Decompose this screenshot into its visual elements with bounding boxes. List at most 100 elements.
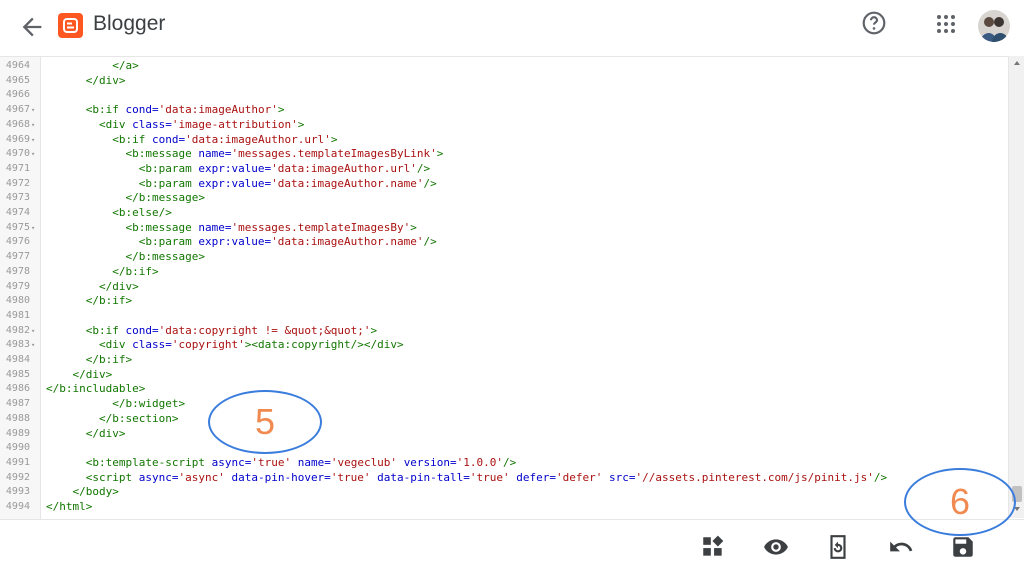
widgets-icon[interactable] xyxy=(700,534,726,560)
code-token: > xyxy=(410,220,417,234)
scroll-up-icon[interactable] xyxy=(1012,58,1022,68)
apps-grid-icon[interactable] xyxy=(934,12,958,36)
fold-toggle-icon[interactable]: ▾ xyxy=(31,324,35,339)
code-token: 'data:copyright != &quot;&quot;' xyxy=(158,323,371,337)
line-number: 4970 xyxy=(5,148,30,160)
code-token: 'true' xyxy=(469,470,517,484)
code-token: </html> xyxy=(46,500,93,513)
code-token: > xyxy=(436,147,444,161)
line-number: 4966 xyxy=(5,89,30,101)
code-token: 'image-attribution' xyxy=(171,117,298,131)
code-token: 'data:imageAuthor.name' xyxy=(271,235,424,249)
code-token: > xyxy=(370,323,378,337)
eye-icon[interactable] xyxy=(763,534,789,560)
code-token: expr:value= xyxy=(198,176,272,190)
user-avatar[interactable] xyxy=(978,10,1010,42)
line-number: 4971 xyxy=(5,162,30,174)
undo-icon[interactable] xyxy=(888,534,914,560)
code-token: /> xyxy=(416,161,431,175)
code-token: </div> xyxy=(98,279,139,293)
fold-toggle-icon[interactable]: ▾ xyxy=(31,103,35,118)
code-token: <b:template-script xyxy=(85,455,212,469)
code-token: data-pin-tall= xyxy=(377,470,470,484)
back-arrow-icon[interactable] xyxy=(18,13,46,41)
line-number: 4964 xyxy=(5,60,30,71)
fold-toggle-icon[interactable]: ▾ xyxy=(31,147,35,162)
code-text: </div> xyxy=(46,368,113,383)
line-number: 4992 xyxy=(5,471,30,483)
line-number: 4980 xyxy=(5,295,30,307)
save-icon[interactable] xyxy=(950,534,976,560)
code-token: src= xyxy=(608,470,636,484)
line-number: 4986 xyxy=(5,383,30,395)
code-token: > xyxy=(297,117,305,131)
code-token: </b:message> xyxy=(125,250,205,264)
code-token: /> xyxy=(873,470,888,484)
code-text: <div class='copyright'><data:copyright/>… xyxy=(46,338,404,353)
vertical-scrollbar[interactable] xyxy=(1008,56,1024,518)
code-text: </b:if> xyxy=(46,353,132,368)
code-token: cond= xyxy=(151,132,186,146)
line-number: 4976 xyxy=(5,236,30,248)
fold-toggle-icon[interactable]: ▾ xyxy=(31,221,35,236)
code-text: <b:else/> xyxy=(46,206,172,221)
line-number: 4972 xyxy=(5,177,30,189)
fold-toggle-icon[interactable]: ▾ xyxy=(31,133,35,148)
code-token: 'true' xyxy=(330,470,378,484)
code-text: <b:param expr:value='data:imageAuthor.na… xyxy=(46,235,437,250)
code-token: <b:message xyxy=(125,220,199,234)
line-number: 4975 xyxy=(5,221,30,233)
annotation-number-6: 6 xyxy=(949,481,971,522)
code-token: /> xyxy=(423,235,437,249)
code-token: <b:if xyxy=(112,132,152,146)
code-editor[interactable]: 4964 </a> 4965 </div> 4966 4967 ▾ <b:if cond… xyxy=(0,56,1008,519)
bottom-toolbar xyxy=(0,519,1024,575)
code-token: </b:widget> xyxy=(112,397,186,411)
code-token: 'messages.templateImagesByLink' xyxy=(231,147,437,161)
line-number: 4983 xyxy=(5,339,30,351)
fold-toggle-icon[interactable]: ▾ xyxy=(31,338,35,353)
code-token: <b:else/> xyxy=(112,206,172,219)
code-token: defer= xyxy=(516,470,556,484)
annotation-circle-5: 5 xyxy=(208,390,322,454)
line-number: 4967 xyxy=(5,104,30,116)
restore-icon[interactable] xyxy=(825,534,851,560)
code-token: expr:value= xyxy=(198,235,272,249)
blogger-logo-icon[interactable] xyxy=(58,13,83,38)
code-token: </b:if> xyxy=(85,353,133,366)
code-text: <b:if cond='data:imageAuthor.url'> xyxy=(46,133,337,148)
code-token: '//assets.pinterest.com/js/pinit.js' xyxy=(635,470,874,484)
code-token: 'vegeclub' xyxy=(330,455,404,469)
line-number: 4994 xyxy=(5,501,30,512)
code-text: </body> xyxy=(46,485,119,500)
code-text: </b:section> xyxy=(46,412,178,427)
code-token: expr:value= xyxy=(198,161,272,175)
fold-toggle-icon[interactable]: ▾ xyxy=(31,118,35,133)
code-token: cond= xyxy=(125,103,159,117)
code-token: <b:param xyxy=(138,235,199,249)
code-token: </a> xyxy=(112,59,139,72)
line-number: 4973 xyxy=(5,192,30,204)
code-token: data-pin-hover= xyxy=(231,470,331,484)
code-text: <b:param expr:value='data:imageAuthor.ur… xyxy=(46,162,430,177)
help-icon[interactable] xyxy=(861,10,887,36)
code-token: </body> xyxy=(72,485,119,499)
app-title: Blogger xyxy=(93,12,166,35)
code-text: <b:if cond='data:copyright != &quot;&quo… xyxy=(46,324,377,339)
code-text: </b:if> xyxy=(46,294,132,309)
code-token: </b:message> xyxy=(125,191,205,205)
